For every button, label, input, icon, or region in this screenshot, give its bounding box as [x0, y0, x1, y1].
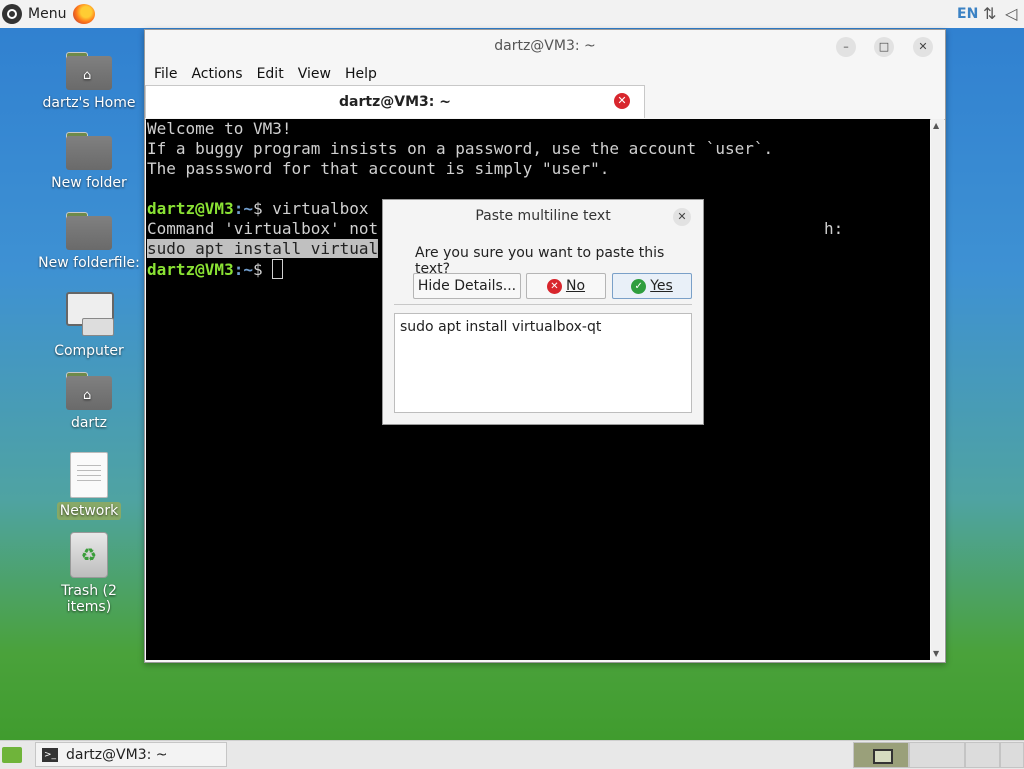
home-folder-icon: ⌂ — [66, 372, 112, 410]
desktop-icon-new-folderfile[interactable]: New folderfile: — [34, 212, 144, 272]
text-file-icon — [70, 452, 108, 498]
command-text: virtualbox — [272, 199, 369, 218]
desktop-icon-trash[interactable]: ♻ Trash (2 items) — [34, 532, 144, 616]
menu-button[interactable]: Menu — [2, 3, 66, 25]
desktop-icon-label: Trash (2 items) — [61, 583, 117, 615]
tab-close-icon[interactable]: ✕ — [614, 93, 630, 109]
desktop-icon-label: New folder — [51, 175, 127, 191]
prompt-user: dartz@VM3 — [147, 260, 234, 279]
workspace-1[interactable] — [853, 742, 909, 768]
selected-text: sudo apt install virtual — [147, 239, 379, 258]
paste-preview-text: sudo apt install virtualbox-qt — [400, 319, 602, 335]
workspace-4[interactable] — [1000, 742, 1024, 768]
home-folder-icon: ⌂ — [66, 52, 112, 90]
taskbar-item-label: dartz@VM3: ~ — [66, 746, 168, 763]
desktop-icon-new-folder[interactable]: New folder — [34, 132, 144, 192]
output-text: h: — [824, 219, 844, 238]
yes-label: Yes — [650, 278, 673, 294]
workspace-2[interactable] — [909, 742, 965, 768]
terminal-line: The passsword for that account is simply… — [147, 159, 610, 178]
maximize-button[interactable]: □ — [874, 37, 894, 57]
terminal-line: Welcome to VM3! — [147, 119, 292, 138]
no-label: No — [565, 278, 586, 294]
desktop-icon-network[interactable]: Network — [34, 452, 144, 520]
menu-actions[interactable]: Actions — [191, 66, 242, 82]
prompt-symbol: $ — [252, 260, 273, 279]
volume-icon[interactable]: ◁ — [1005, 4, 1017, 23]
prompt-user: dartz@VM3 — [147, 199, 234, 218]
paste-dialog: Paste multiline text ✕ Are you sure you … — [382, 199, 704, 425]
dialog-title: Paste multiline text — [475, 208, 611, 224]
prompt-path: :~ — [233, 260, 253, 279]
computer-icon — [66, 292, 114, 338]
window-titlebar[interactable]: dartz@VM3: ~ – □ ✕ — [145, 30, 945, 63]
paste-preview-textarea[interactable]: sudo apt install virtualbox-qt — [394, 313, 692, 413]
folder-icon — [66, 132, 112, 170]
scroll-up-icon[interactable]: ▲ — [933, 121, 939, 130]
desktop-icon-label: Computer — [54, 343, 124, 359]
prompt-path: :~ — [233, 199, 253, 218]
desktop-icon-label: Network — [56, 502, 122, 520]
yes-button[interactable]: ✓ Yes — [612, 273, 692, 299]
scroll-down-icon[interactable]: ▼ — [933, 649, 939, 658]
hide-details-label: Hide Details... — [417, 278, 517, 294]
mint-logo-icon — [2, 4, 22, 24]
menu-label: Menu — [28, 6, 67, 22]
text-cursor — [272, 259, 284, 279]
cancel-icon: ✕ — [546, 278, 562, 294]
network-icon[interactable]: ⇅ — [983, 4, 996, 23]
desktop-icon-computer[interactable]: Computer — [34, 292, 144, 360]
no-button[interactable]: ✕ No — [526, 273, 606, 299]
top-panel: Menu EN ⇅ ◁ — [0, 0, 1024, 28]
terminal-tab[interactable]: dartz@VM3: ~ ✕ — [145, 85, 645, 118]
window-title: dartz@VM3: ~ — [494, 38, 596, 54]
hide-details-button[interactable]: Hide Details... — [413, 273, 521, 299]
firefox-icon[interactable] — [73, 4, 95, 24]
menubar: File Actions Edit View Help — [145, 63, 945, 85]
bottom-panel: >_ dartz@VM3: ~ — [0, 740, 1024, 769]
close-button[interactable]: ✕ — [913, 37, 933, 57]
menu-view[interactable]: View — [298, 66, 331, 82]
dialog-separator — [394, 304, 692, 305]
folder-icon — [66, 212, 112, 250]
menu-help[interactable]: Help — [345, 66, 377, 82]
menu-edit[interactable]: Edit — [257, 66, 284, 82]
tab-label: dartz@VM3: ~ — [339, 94, 451, 110]
check-icon: ✓ — [631, 278, 647, 294]
terminal-icon: >_ — [42, 747, 58, 762]
minimize-button[interactable]: – — [836, 37, 856, 57]
desktop-icon-label: New folderfile: — [38, 255, 140, 271]
dialog-close-icon[interactable]: ✕ — [673, 208, 691, 226]
prompt-symbol: $ — [252, 199, 273, 218]
terminal-line: If a buggy program insists on a password… — [147, 139, 774, 158]
desktop-icon-home[interactable]: ⌂ dartz's Home — [34, 52, 144, 112]
keyboard-layout-indicator[interactable]: EN — [957, 6, 978, 22]
trash-icon: ♻ — [70, 532, 108, 578]
workspace-3[interactable] — [965, 742, 1000, 768]
terminal-scrollbar[interactable]: ▲ ▼ — [931, 119, 944, 660]
show-desktop-icon[interactable] — [2, 747, 22, 763]
taskbar-item-terminal[interactable]: >_ dartz@VM3: ~ — [35, 742, 227, 767]
tab-bar: dartz@VM3: ~ ✕ — [145, 85, 945, 120]
menu-file[interactable]: File — [154, 66, 177, 82]
desktop-icon-label: dartz's Home — [42, 95, 136, 111]
desktop-icon-dartz[interactable]: ⌂ dartz — [34, 372, 144, 432]
desktop-icon-label: dartz — [70, 415, 108, 431]
output-text: Command 'virtualbox' not — [147, 219, 379, 238]
